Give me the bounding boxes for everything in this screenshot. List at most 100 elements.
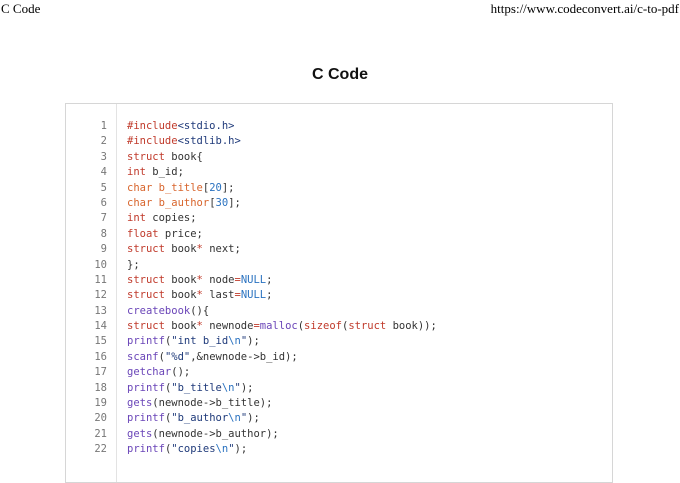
code-token: struct xyxy=(127,289,165,302)
code-token: char xyxy=(127,196,153,209)
code-token: "copies xyxy=(171,443,216,456)
code-token: book xyxy=(164,243,197,256)
code-token: scanf xyxy=(127,350,159,363)
line-number: 10 xyxy=(94,258,107,271)
code-text: char b_author[30]; xyxy=(117,196,241,211)
code-token: int xyxy=(127,166,146,179)
line-number: 3 xyxy=(100,150,107,163)
code-text: struct book* node=NULL; xyxy=(117,273,272,288)
line-number: 19 xyxy=(94,397,107,410)
code-token: (){ xyxy=(190,304,210,317)
code-token: sizeof xyxy=(304,320,342,333)
code-text: struct book* next; xyxy=(117,242,241,257)
code-line: 19 gets(newnode->b_title); xyxy=(66,396,612,411)
code-token: \n xyxy=(221,381,235,394)
code-token: gets xyxy=(127,427,153,440)
code-line: 16 scanf("%d",&newnode->b_id); xyxy=(66,350,612,365)
code-line: 5 char b_title[20]; xyxy=(66,181,612,196)
code-text: printf("b_author\n"); xyxy=(117,411,260,426)
code-token: struct xyxy=(127,150,165,163)
line-number: 11 xyxy=(94,273,107,286)
line-number: 6 xyxy=(100,196,107,209)
code-line: 20 printf("b_author\n"); xyxy=(66,411,612,426)
code-token: printf xyxy=(127,335,165,348)
code-token: createbook xyxy=(127,304,191,317)
code-token: struct xyxy=(348,320,387,333)
code-line: 3 struct book{ xyxy=(66,150,612,165)
code-token: ]; xyxy=(228,196,241,209)
code-line: 4 int b_id; xyxy=(66,165,612,180)
code-token: <stdlib.h> xyxy=(177,135,241,148)
line-number: 18 xyxy=(94,381,107,394)
code-token: next; xyxy=(202,243,241,256)
code-token: ]; xyxy=(221,181,235,194)
code-token: 30 xyxy=(215,196,229,209)
code-token: struct xyxy=(127,320,165,333)
code-line: 21 gets(newnode->b_author); xyxy=(66,427,612,442)
code-text: getchar(); xyxy=(117,365,190,380)
line-number: 1 xyxy=(100,120,107,132)
code-token: int xyxy=(127,212,146,225)
code-token: last xyxy=(202,289,235,302)
code-token: #include xyxy=(127,135,178,148)
code-token: }; xyxy=(127,258,140,271)
code-token: newnode xyxy=(202,320,254,333)
code-line: 9 struct book* next; xyxy=(66,242,612,257)
code-line: 14 struct book* newnode=malloc(sizeof(str… xyxy=(66,319,612,334)
code-token: ; xyxy=(266,289,273,302)
code-token: \n xyxy=(215,443,229,456)
code-token: book)); xyxy=(386,320,437,333)
code-token: getchar xyxy=(127,366,172,379)
code-token: price; xyxy=(158,227,203,240)
code-text: struct book{ xyxy=(117,150,203,165)
code-token: ; xyxy=(266,273,273,286)
code-token: \n xyxy=(228,412,241,425)
code-text: gets(newnode->b_author); xyxy=(117,427,279,442)
code-line: 22 printf("copies\n"); xyxy=(66,442,612,457)
code-token: struct xyxy=(127,243,165,256)
code-text: #include<stdlib.h> xyxy=(117,134,241,149)
code-token: (newnode->b_title); xyxy=(152,397,273,410)
code-token: "int b_id xyxy=(171,335,229,348)
code-text: scanf("%d",&newnode->b_id); xyxy=(117,350,298,365)
code-text: printf("int b_id\n"); xyxy=(117,334,260,349)
code-line: 12 struct book* last=NULL; xyxy=(66,288,612,303)
code-text: createbook(){ xyxy=(117,304,209,319)
line-number: 22 xyxy=(94,443,107,456)
line-number: 5 xyxy=(100,181,107,194)
code-line: 1 #include<stdio.h> xyxy=(66,119,612,134)
code-token: #include xyxy=(127,120,178,132)
code-line: 15 printf("int b_id\n"); xyxy=(66,334,612,349)
code-token: ); xyxy=(234,443,248,456)
code-line: 11 struct book* node=NULL; xyxy=(66,273,612,288)
code-token: ); xyxy=(240,381,254,394)
code-token: printf xyxy=(127,412,165,425)
line-number: 15 xyxy=(94,335,107,348)
code-text: gets(newnode->b_title); xyxy=(117,396,272,411)
line-number: 17 xyxy=(94,366,107,379)
code-token: "%d" xyxy=(164,350,191,363)
code-token: NULL xyxy=(240,289,267,302)
code-token: ,&newnode->b_id); xyxy=(190,350,298,363)
code-token: (newnode->b_author); xyxy=(152,427,279,440)
code-text: #include<stdio.h> xyxy=(117,119,234,134)
code-lines: 1 #include<stdio.h> 2 #include<stdlib.h> 3 st… xyxy=(66,119,612,458)
line-number: 16 xyxy=(94,350,107,363)
code-line: 6 char b_author[30]; xyxy=(66,196,612,211)
code-token: struct xyxy=(127,273,165,286)
code-line: 17 getchar(); xyxy=(66,365,612,380)
code-token: printf xyxy=(127,381,165,394)
code-token: book xyxy=(164,273,197,286)
code-token: node xyxy=(202,273,235,286)
code-token: NULL xyxy=(240,273,267,286)
code-token: gets xyxy=(127,397,153,410)
document-title: C Code xyxy=(312,66,368,83)
code-token: float xyxy=(127,227,159,240)
print-header-title: C Code xyxy=(1,1,41,16)
line-number: 14 xyxy=(94,320,107,333)
line-number: 9 xyxy=(100,243,107,256)
code-token: (); xyxy=(171,366,191,379)
print-header: C Code https://www.codeconvert.ai/c-to-p… xyxy=(0,0,680,18)
code-line: 2 #include<stdlib.h> xyxy=(66,134,612,149)
code-token: char xyxy=(127,181,153,194)
